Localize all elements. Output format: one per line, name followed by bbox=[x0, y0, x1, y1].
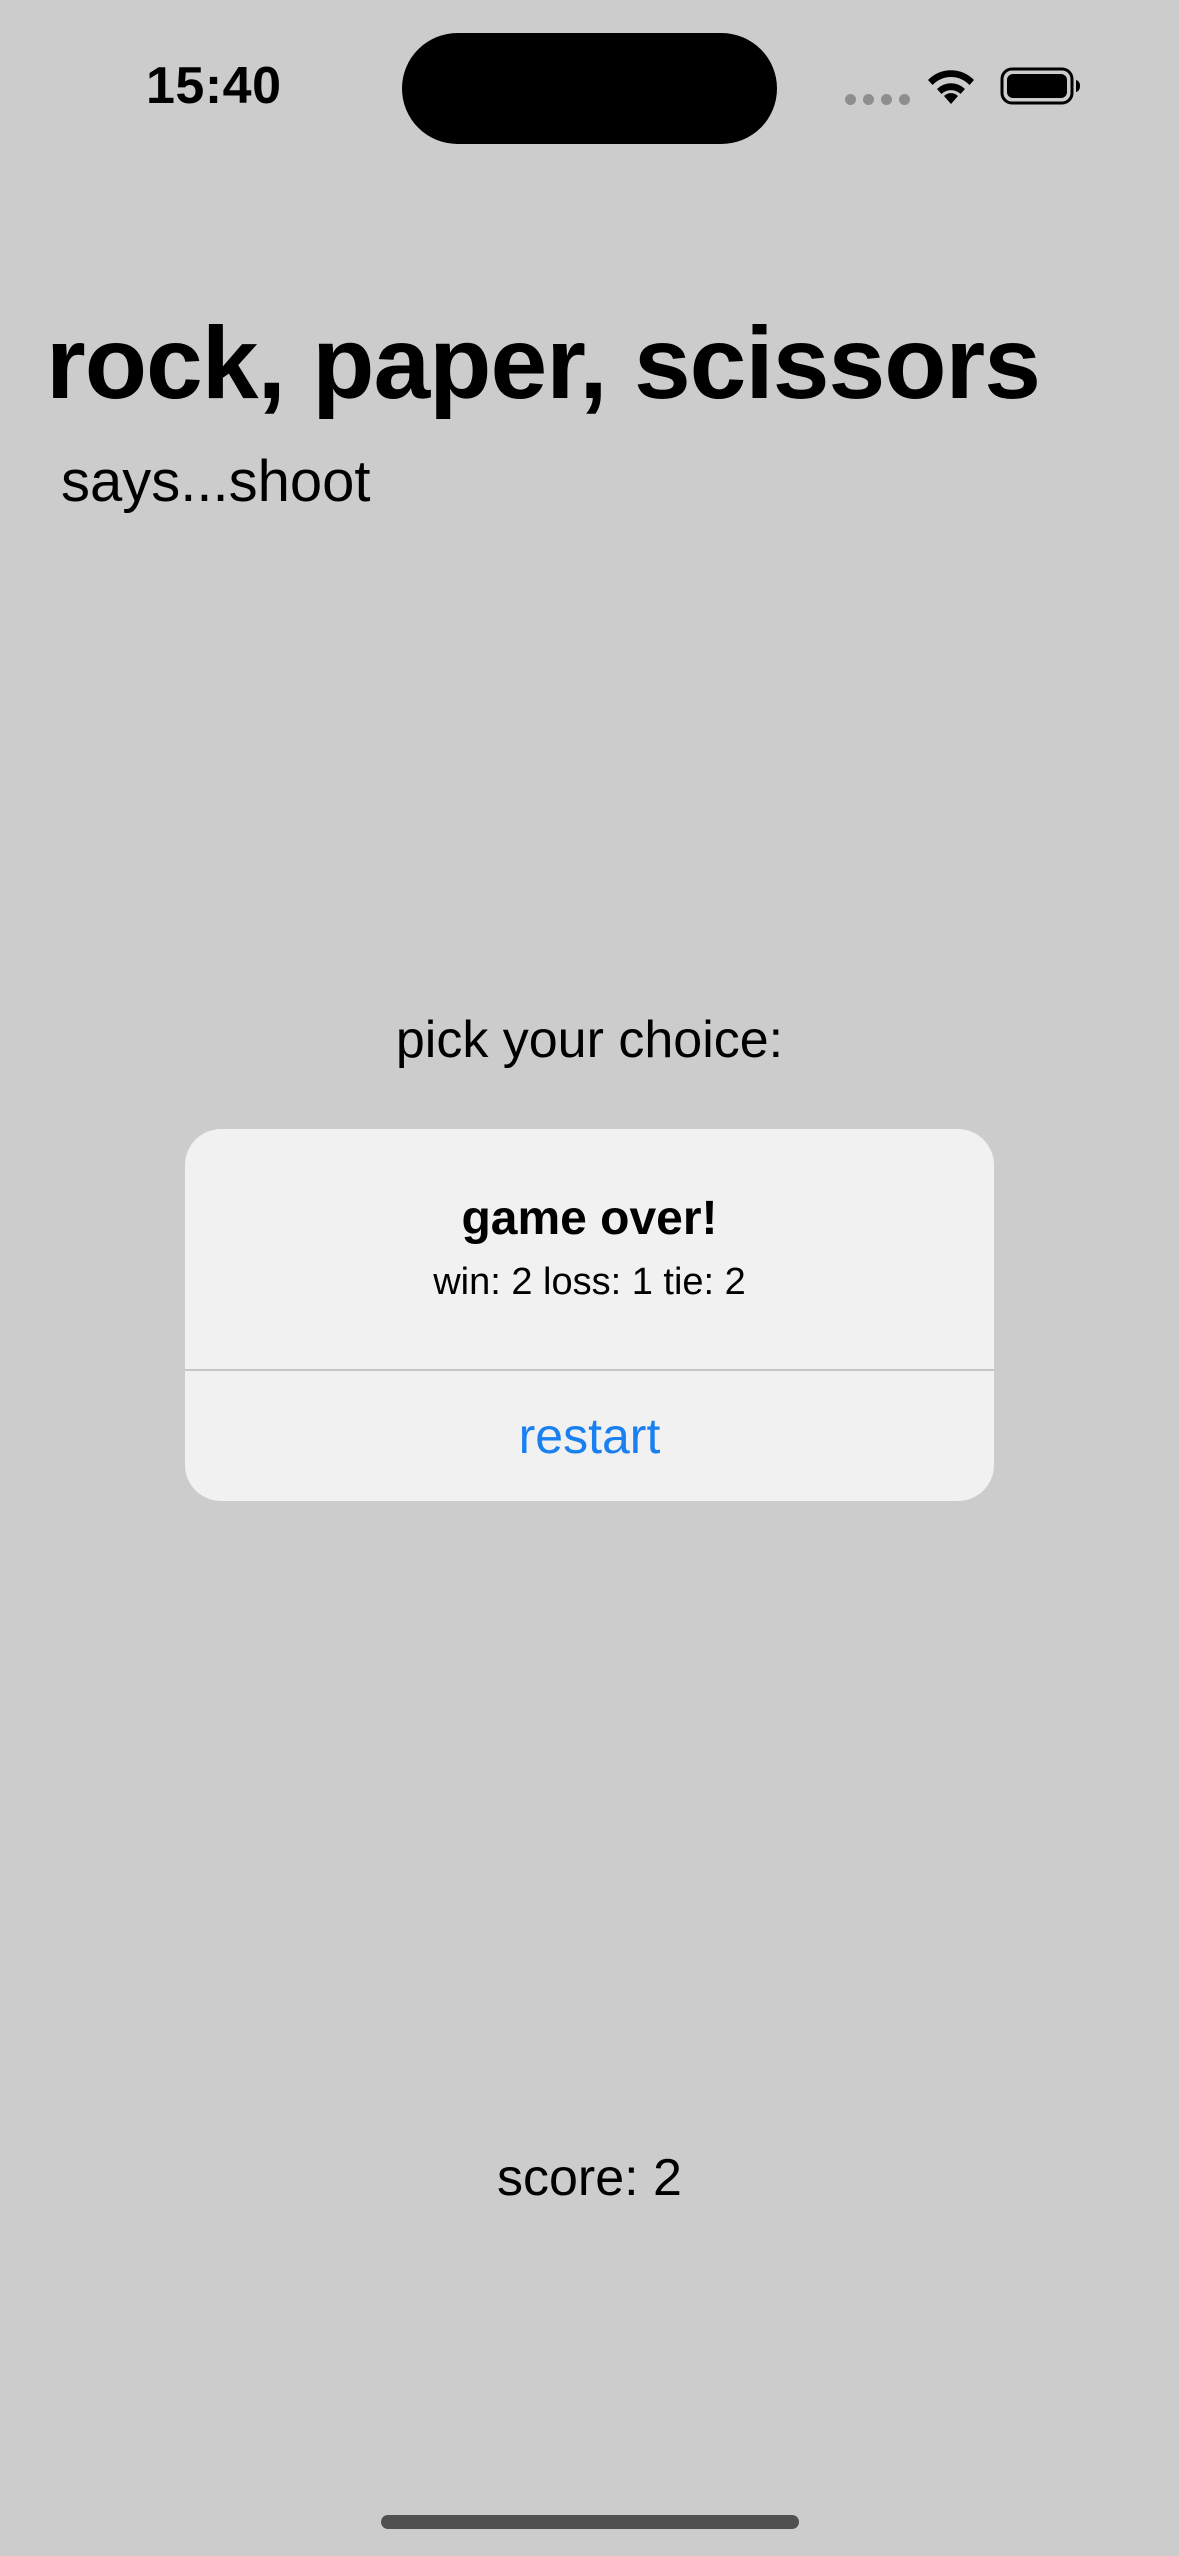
battery-icon bbox=[1000, 67, 1080, 105]
choice-prompt: pick your choice: bbox=[395, 1011, 784, 1069]
alert-title: game over! bbox=[461, 1192, 718, 1245]
app-screen: 15:40 rock, paper, scissors says...shoot… bbox=[0, 0, 1179, 2556]
page-title: rock, paper, scissors bbox=[46, 306, 1041, 420]
restart-button[interactable]: restart bbox=[185, 1371, 994, 1501]
home-indicator[interactable] bbox=[381, 2515, 799, 2529]
wifi-icon bbox=[928, 70, 974, 104]
page-subtitle: says...shoot bbox=[61, 449, 371, 514]
status-time: 15:40 bbox=[146, 57, 282, 115]
dynamic-island bbox=[402, 33, 777, 144]
cellular-signal-icon bbox=[845, 94, 910, 105]
score-label: score: 2 bbox=[497, 2149, 682, 2207]
alert-message: win: 2 loss: 1 tie: 2 bbox=[433, 1261, 746, 1303]
game-over-alert: game over! win: 2 loss: 1 tie: 2 restart bbox=[185, 1129, 994, 1501]
